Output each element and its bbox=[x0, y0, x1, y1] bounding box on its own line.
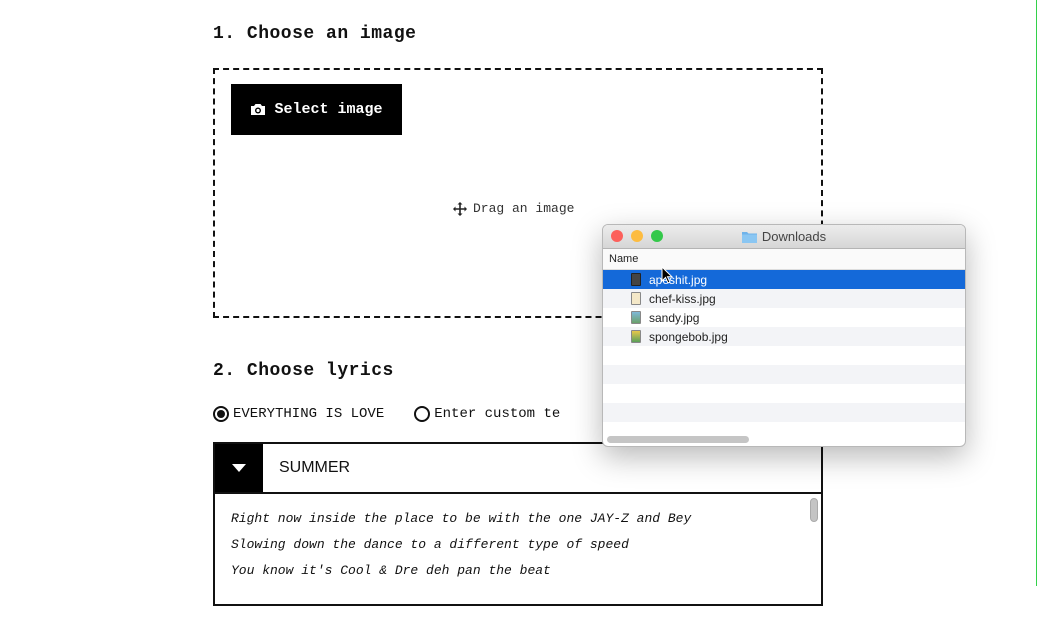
minimize-button[interactable] bbox=[631, 230, 643, 242]
scroll-thumb[interactable] bbox=[810, 498, 818, 522]
empty-row bbox=[603, 403, 965, 422]
lyric-options: EVERYTHING IS LOVE Enter custom te bbox=[213, 406, 590, 422]
radio-selected-icon[interactable] bbox=[213, 406, 229, 422]
select-image-button[interactable]: Select image bbox=[231, 84, 402, 135]
finder-title: Downloads bbox=[761, 229, 827, 244]
option-custom-text[interactable]: Enter custom te bbox=[414, 406, 560, 422]
finder-titlebar[interactable]: Downloads bbox=[603, 225, 965, 249]
option-everything-is-love[interactable]: EVERYTHING IS LOVE bbox=[213, 406, 384, 422]
lyric-line: You know it's Cool & Dre deh pan the bea… bbox=[231, 563, 551, 578]
file-list: apeshit.jpg chef-kiss.jpg sandy.jpg spon… bbox=[603, 270, 965, 422]
camera-icon bbox=[251, 104, 266, 115]
step-1-heading: 1. Choose an image bbox=[213, 24, 417, 44]
lyrics-scrollbar[interactable] bbox=[809, 498, 819, 618]
image-file-icon bbox=[631, 292, 641, 305]
lyrics-panel: SUMMER Right now inside the place to be … bbox=[213, 442, 823, 606]
move-icon bbox=[453, 201, 467, 216]
collapse-toggle[interactable] bbox=[215, 444, 263, 492]
image-file-icon bbox=[631, 330, 641, 343]
name-column-header[interactable]: Name bbox=[603, 249, 965, 270]
zoom-button[interactable] bbox=[651, 230, 663, 242]
empty-row bbox=[603, 384, 965, 403]
lyrics-header: SUMMER bbox=[215, 444, 821, 494]
folder-icon bbox=[741, 231, 757, 243]
file-row[interactable]: apeshit.jpg bbox=[603, 270, 965, 289]
file-row[interactable]: sandy.jpg bbox=[603, 308, 965, 327]
song-title: SUMMER bbox=[279, 459, 351, 476]
file-row[interactable]: spongebob.jpg bbox=[603, 327, 965, 346]
option-label: EVERYTHING IS LOVE bbox=[233, 406, 385, 422]
lyric-line: Right now inside the place to be with th… bbox=[231, 511, 692, 526]
select-image-label: Select image bbox=[274, 101, 383, 118]
file-name: apeshit.jpg bbox=[649, 272, 708, 287]
horizontal-scrollbar[interactable] bbox=[607, 436, 749, 443]
file-name: spongebob.jpg bbox=[649, 329, 728, 344]
file-row[interactable]: chef-kiss.jpg bbox=[603, 289, 965, 308]
file-name: sandy.jpg bbox=[649, 310, 700, 325]
option-label: Enter custom te bbox=[434, 406, 561, 422]
lyric-line: Slowing down the dance to a different ty… bbox=[231, 537, 629, 552]
radio-unselected-icon[interactable] bbox=[414, 406, 431, 422]
file-name: chef-kiss.jpg bbox=[649, 291, 716, 306]
drag-hint: Drag an image bbox=[453, 201, 574, 216]
drag-hint-label: Drag an image bbox=[473, 201, 575, 216]
mouse-cursor-icon bbox=[661, 266, 673, 284]
image-file-icon bbox=[631, 273, 641, 286]
step-2-heading: 2. Choose lyrics bbox=[213, 361, 394, 381]
viewport-edge bbox=[1036, 0, 1037, 586]
lyrics-text[interactable]: Right now inside the place to be with th… bbox=[215, 494, 821, 596]
finder-window[interactable]: Downloads Name apeshit.jpg chef-kiss.jpg… bbox=[602, 224, 966, 447]
empty-row bbox=[603, 346, 965, 365]
close-button[interactable] bbox=[611, 230, 623, 242]
caret-down-icon bbox=[232, 464, 246, 472]
image-file-icon bbox=[631, 311, 641, 324]
empty-row bbox=[603, 365, 965, 384]
